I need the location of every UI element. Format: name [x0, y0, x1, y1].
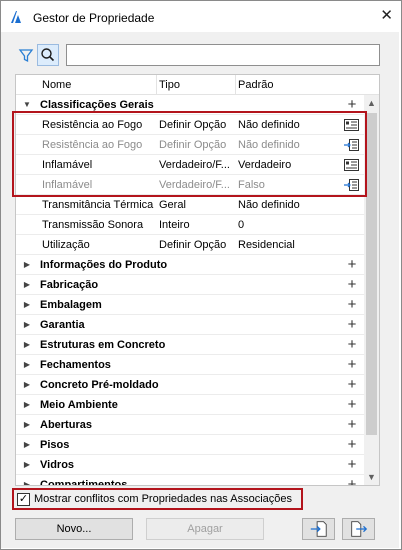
export-button[interactable]	[342, 518, 375, 540]
group-label: Estruturas em Concreto	[40, 339, 166, 351]
add-property-icon[interactable]: +	[346, 375, 358, 395]
group-row[interactable]: ▶ Fechamentos +	[16, 355, 364, 375]
new-button[interactable]: Novo...	[15, 518, 133, 540]
add-property-icon[interactable]: +	[346, 415, 358, 435]
property-row[interactable]: Transmitância Térmica Geral Não definido	[16, 195, 364, 215]
search-toggle-button[interactable]	[37, 44, 59, 66]
caret-right-icon[interactable]: ▶	[22, 395, 32, 415]
group-row[interactable]: ▶ Garantia +	[16, 315, 364, 335]
add-property-icon[interactable]: +	[346, 315, 358, 335]
property-type: Geral	[159, 199, 186, 211]
caret-right-icon[interactable]: ▶	[22, 275, 32, 295]
show-conflicts-option[interactable]: ✓ Mostrar conflitos com Propriedades nas…	[12, 488, 303, 510]
add-property-icon[interactable]: +	[346, 455, 358, 475]
caret-right-icon[interactable]: ▶	[22, 295, 32, 315]
column-header-name[interactable]: Nome	[42, 75, 71, 95]
caret-right-icon[interactable]: ▶	[22, 335, 32, 355]
export-icon	[351, 521, 368, 537]
add-property-icon[interactable]: +	[346, 275, 358, 295]
filter-icon[interactable]	[18, 45, 34, 65]
column-header-default[interactable]: Padrão	[238, 75, 273, 95]
group-label: Embalagem	[40, 299, 102, 311]
group-row[interactable]: ▶ Pisos +	[16, 435, 364, 455]
property-default: Não definido	[238, 199, 300, 211]
delete-button[interactable]: Apagar	[146, 518, 264, 540]
search-input[interactable]	[66, 44, 380, 66]
search-icon	[41, 48, 55, 62]
group-label: Vidros	[40, 459, 75, 471]
group-row[interactable]: ▶ Estruturas em Concreto +	[16, 335, 364, 355]
caret-right-icon[interactable]: ▶	[22, 475, 32, 485]
add-property-icon[interactable]: +	[346, 295, 358, 315]
group-label: Pisos	[40, 439, 70, 451]
scroll-up-icon[interactable]: ▲	[364, 95, 379, 111]
caret-right-icon[interactable]: ▶	[22, 315, 32, 335]
close-icon[interactable]: ✕	[380, 8, 393, 24]
checkmark-icon: ✓	[18, 493, 29, 505]
property-row[interactable]: Transmissão Sonora Inteiro 0	[16, 215, 364, 235]
add-property-icon[interactable]: +	[346, 355, 358, 375]
show-conflicts-label[interactable]: Mostrar conflitos com Propriedades nas A…	[34, 493, 292, 505]
add-property-icon[interactable]: +	[346, 435, 358, 455]
caret-right-icon[interactable]: ▶	[22, 255, 32, 275]
window-title: Gestor de Propriedade	[33, 11, 155, 25]
caret-right-icon[interactable]: ▶	[22, 435, 32, 455]
caret-right-icon[interactable]: ▶	[22, 455, 32, 475]
group-row[interactable]: ▶ Meio Ambiente +	[16, 395, 364, 415]
property-default: Residencial	[238, 239, 295, 251]
add-property-icon[interactable]: +	[346, 395, 358, 415]
group-label: Fechamentos	[40, 359, 111, 371]
group-row[interactable]: ▶ Informações do Produto +	[16, 255, 364, 275]
property-name: Utilização	[42, 239, 90, 251]
scroll-down-icon[interactable]: ▼	[364, 469, 379, 485]
conflict-highlight-box	[12, 111, 367, 197]
caret-right-icon[interactable]: ▶	[22, 415, 32, 435]
group-row[interactable]: ▶ Concreto Pré-moldado +	[16, 375, 364, 395]
add-property-icon[interactable]: +	[346, 255, 358, 275]
group-label: Informações do Produto	[40, 259, 168, 271]
show-conflicts-checkbox[interactable]: ✓	[17, 493, 30, 506]
import-icon	[310, 521, 327, 537]
column-header-type[interactable]: Tipo	[159, 75, 180, 95]
group-row[interactable]: ▶ Vidros +	[16, 455, 364, 475]
group-label: Concreto Pré-moldado	[40, 379, 159, 391]
property-name: Transmitância Térmica	[42, 199, 154, 211]
group-row[interactable]: ▶ Aberturas +	[16, 415, 364, 435]
group-row[interactable]: ▶ Compartimentos +	[16, 475, 364, 486]
caret-right-icon[interactable]: ▶	[22, 355, 32, 375]
add-property-icon[interactable]: +	[346, 335, 358, 355]
group-row[interactable]: ▶ Fabricação +	[16, 275, 364, 295]
group-label: Garantia	[40, 319, 85, 331]
group-label: Compartimentos	[40, 479, 128, 486]
scroll-thumb[interactable]	[366, 113, 377, 435]
group-label: Aberturas	[40, 419, 92, 431]
archicad-app-icon	[11, 11, 21, 23]
property-name: Transmissão Sonora	[42, 219, 144, 231]
property-default: 0	[238, 219, 245, 231]
property-type: Inteiro	[159, 219, 190, 231]
group-row[interactable]: ▶ Embalagem +	[16, 295, 364, 315]
title-bar: Gestor de Propriedade ✕	[1, 1, 401, 33]
add-property-icon[interactable]: +	[346, 475, 358, 485]
import-button[interactable]	[302, 518, 335, 540]
property-type: Definir Opção	[159, 239, 227, 251]
list-header: Nome Tipo Padrão	[16, 75, 379, 95]
caret-right-icon[interactable]: ▶	[22, 375, 32, 395]
property-row[interactable]: Utilização Definir Opção Residencial	[16, 235, 364, 255]
group-label: Fabricação	[40, 279, 99, 291]
group-label: Meio Ambiente	[40, 399, 118, 411]
